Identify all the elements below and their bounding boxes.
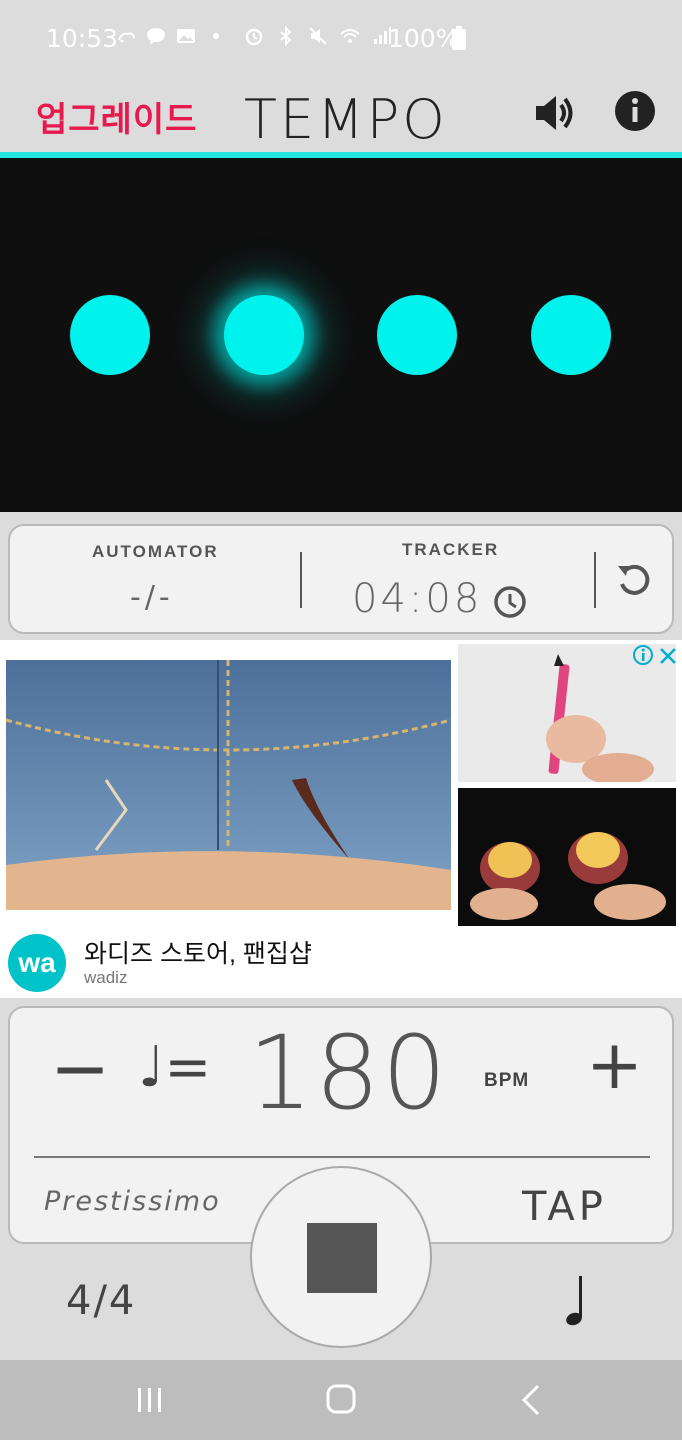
status-time: 10:53 <box>46 24 119 53</box>
time-signature-button[interactable]: 4/4 <box>66 1278 136 1324</box>
beat-dot-1 <box>70 295 150 375</box>
recent-apps-icon[interactable] <box>130 1382 170 1418</box>
ad-image-sweet-potato[interactable] <box>458 788 676 926</box>
home-icon[interactable] <box>321 1382 361 1418</box>
stop-icon <box>307 1223 377 1293</box>
beat-visualizer <box>0 158 682 512</box>
status-notification-icons <box>116 26 226 46</box>
bluetooth-icon <box>280 26 292 46</box>
automator-value[interactable]: -/- <box>130 580 174 615</box>
divider <box>34 1156 650 1158</box>
ad-info-icon[interactable] <box>632 644 654 666</box>
battery-percent: 100% <box>388 24 460 53</box>
divider <box>594 552 596 608</box>
talk-icon <box>147 28 165 45</box>
quarter-note-icon[interactable] <box>562 1270 592 1330</box>
ad-logo[interactable]: wa <box>8 934 66 992</box>
battery-icon <box>452 26 466 50</box>
ad-advertiser: wadiz <box>84 968 128 987</box>
increase-bpm-button[interactable]: + <box>586 1032 643 1100</box>
bpm-unit-label: BPM <box>484 1070 530 1091</box>
beat-dot-4 <box>531 295 611 375</box>
back-icon[interactable] <box>512 1382 552 1418</box>
app-header: 업그레이드 TEMPO <box>0 78 682 154</box>
dot-icon <box>213 33 219 39</box>
ad-close-icon[interactable] <box>658 644 678 666</box>
system-nav-bar <box>0 1360 682 1440</box>
speaker-icon[interactable] <box>532 90 578 136</box>
tracker-card: AUTOMATOR -/- TRACKER 04:08 <box>8 524 674 634</box>
beat-dot-3 <box>377 295 457 375</box>
status-system-icons <box>244 26 392 46</box>
status-bar: 10:53 100% <box>0 0 682 78</box>
decrease-bpm-button[interactable]: − <box>50 1032 110 1104</box>
divider <box>300 552 302 608</box>
note-equals-label: ♩= <box>138 1035 212 1100</box>
tap-tempo-button[interactable]: TAP <box>522 1184 607 1230</box>
wifi-icon <box>340 29 360 43</box>
tempo-marking: Prestissimo <box>44 1186 221 1217</box>
clock-icon[interactable] <box>492 584 528 620</box>
alarm-icon <box>245 28 263 46</box>
bpm-value[interactable]: 180 <box>248 1017 449 1130</box>
gallery-icon <box>177 29 195 43</box>
ad-image-jeans[interactable] <box>6 660 451 910</box>
app-title: TEMPO <box>244 88 448 151</box>
ad-logo-text: wa <box>18 947 56 978</box>
ad-banner[interactable]: wa 와디즈 스토어, 팬집샵 wadiz <box>0 640 682 998</box>
tracker-value[interactable]: 04:08 <box>352 576 482 622</box>
mute-icon <box>309 27 327 45</box>
reset-icon[interactable] <box>614 560 654 600</box>
upgrade-button[interactable]: 업그레이드 <box>36 92 197 141</box>
beat-dot-2-active <box>224 295 304 375</box>
tracker-label: TRACKER <box>402 540 500 559</box>
play-stop-button[interactable] <box>250 1166 432 1348</box>
automator-label: AUTOMATOR <box>92 542 219 561</box>
weather-icon <box>118 32 135 43</box>
info-icon[interactable] <box>612 88 658 134</box>
ad-title[interactable]: 와디즈 스토어, 팬집샵 <box>84 934 312 970</box>
